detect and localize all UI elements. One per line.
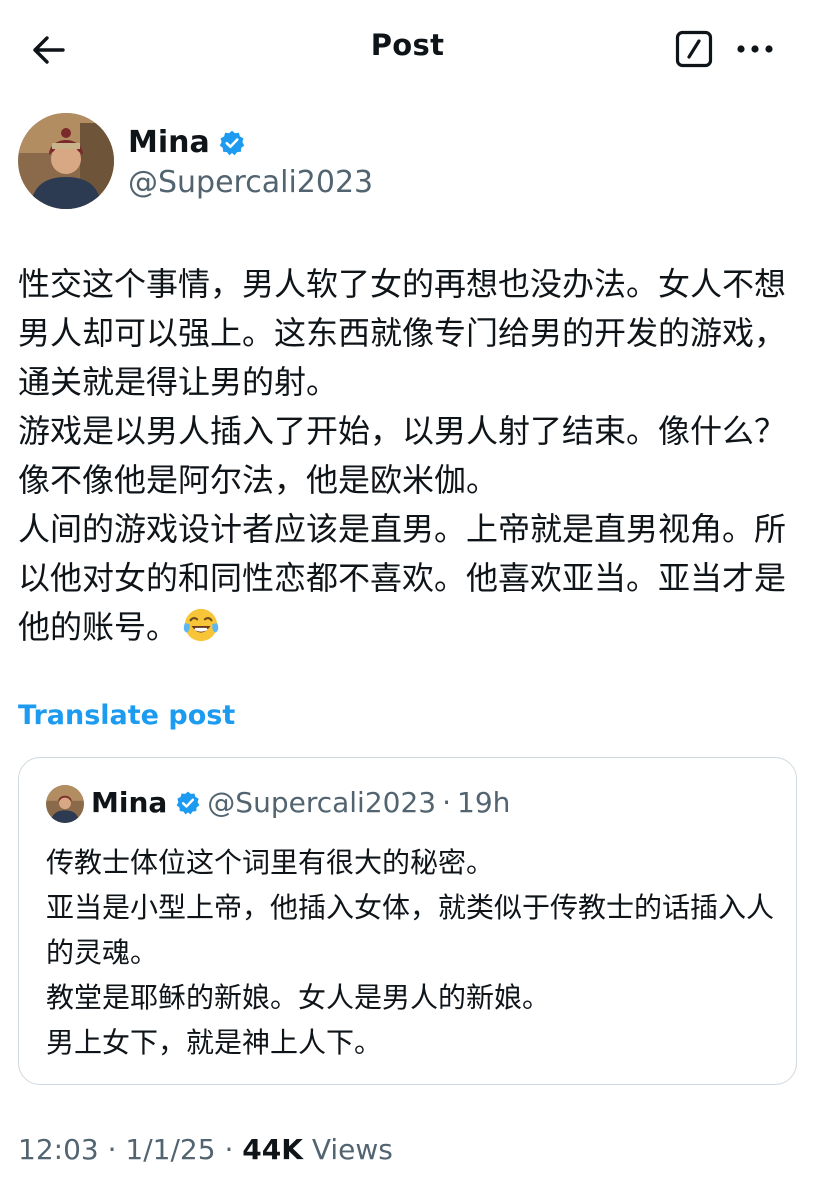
post-date: 1/1/25 [125, 1133, 216, 1166]
views-label: Views [311, 1133, 393, 1166]
post-time: 12:03 [18, 1133, 99, 1166]
quoted-author-name: Mina [91, 786, 168, 819]
quoted-avatar [46, 785, 84, 823]
verified-badge-icon [176, 791, 200, 814]
verified-badge-icon [219, 130, 244, 155]
post-author: Mina @Supercali2023 [18, 113, 798, 213]
author-name[interactable]: Mina [128, 125, 210, 160]
quoted-avatar-image [46, 785, 84, 823]
translate-post-link[interactable]: Translate post [18, 700, 235, 731]
separator-dot: · [442, 786, 451, 819]
quoted-post-text: 传教士体位这个词里有很大的秘密。 亚当是小型上帝，他插入女体，就类似于传教士的话… [46, 846, 775, 1059]
avatar-image [18, 113, 114, 209]
post-text: 性交这个事情，男人软了女的再想也没办法。女人不想男人却可以强上。这东西就像专门给… [18, 260, 803, 652]
quoted-author-handle: @Supercali2023 [207, 786, 437, 819]
edit-square-icon [675, 30, 713, 68]
post-text-content: 性交这个事情，男人软了女的再想也没办法。女人不想男人却可以强上。这东西就像专门给… [18, 265, 787, 646]
author-handle[interactable]: @Supercali2023 [128, 165, 373, 200]
edit-button[interactable] [672, 27, 716, 71]
separator-dot: · [224, 1133, 234, 1166]
more-horizontal-icon [737, 45, 773, 53]
avatar[interactable] [18, 113, 114, 209]
post-metadata: 12:03 · 1/1/25 · 44K Views [18, 1133, 393, 1166]
quoted-timestamp: 19h [457, 786, 511, 819]
quoted-post-header: Mina @Supercali2023 · 19h [91, 786, 510, 819]
separator-dot: · [107, 1133, 117, 1166]
top-bar: Post [0, 0, 815, 100]
views-count[interactable]: 44K [242, 1133, 303, 1166]
tears-of-joy-emoji-icon [183, 608, 219, 642]
quoted-post[interactable]: Mina @Supercali2023 · 19h 传教士体位这个词里有很大的秘… [18, 757, 797, 1085]
more-options-button[interactable] [733, 27, 777, 71]
